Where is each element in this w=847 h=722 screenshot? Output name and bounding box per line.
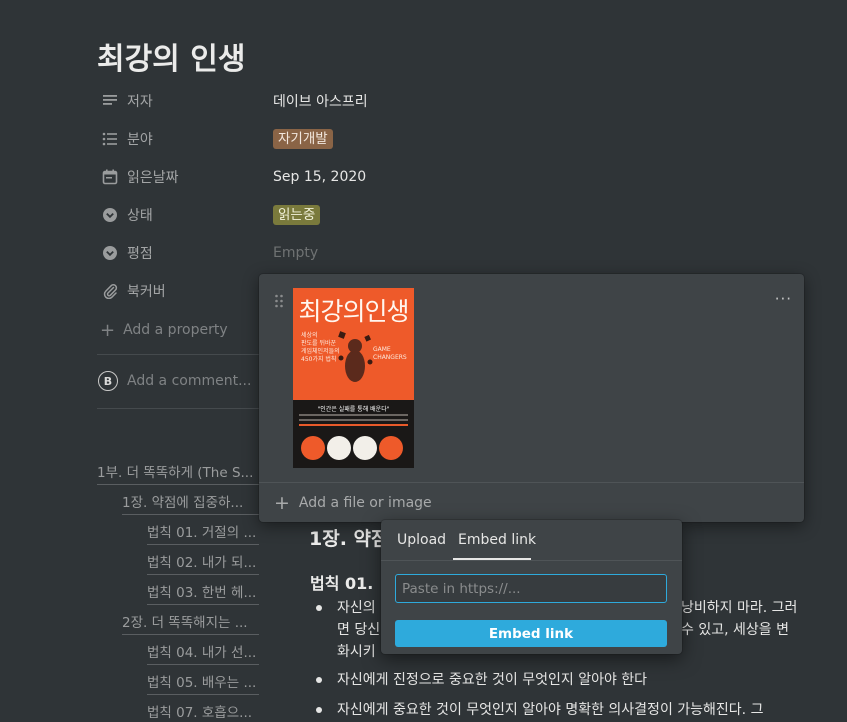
- avatar: B: [98, 371, 118, 391]
- book-english-line: GAME: [373, 346, 391, 353]
- comment-row[interactable]: B Add a comment...: [98, 371, 251, 391]
- property-label: 북커버: [127, 284, 166, 300]
- book-illustration: [338, 331, 373, 382]
- embed-link-button[interactable]: Embed link: [395, 620, 667, 647]
- bullet-text[interactable]: 화시키: [337, 641, 376, 663]
- property-category[interactable]: 분야 자기개발: [97, 124, 797, 154]
- toc-item[interactable]: 1부. 더 똑똑하게 (The S...: [97, 461, 259, 485]
- book-subtitle-line: 판도를 뒤바꾼: [301, 340, 337, 347]
- bullet-dot: [316, 677, 322, 683]
- page-title[interactable]: 최강의 인생: [97, 34, 245, 78]
- bullet-text[interactable]: 수 있고, 세상을 변: [681, 619, 789, 641]
- property-label: 상태: [127, 208, 153, 224]
- book-fine-print: [299, 424, 408, 426]
- divider: [97, 408, 259, 409]
- book-band: "인간은 실패를 통해 배운다": [293, 400, 414, 468]
- bullet-text[interactable]: 자신의: [337, 597, 376, 619]
- toc-item[interactable]: 법칙 07. 호흡으...: [147, 701, 259, 722]
- tab-upload[interactable]: Upload: [397, 532, 446, 548]
- add-property-label: Add a property: [123, 322, 228, 338]
- content-heading-3[interactable]: 법칙 01.: [310, 570, 373, 594]
- status-tag[interactable]: 읽는중: [273, 205, 321, 225]
- text-lines-icon: [101, 92, 119, 110]
- add-file-label: Add a file or image: [298, 495, 432, 511]
- divider: [259, 482, 804, 483]
- book-badge: [327, 436, 351, 460]
- property-status[interactable]: 상태 읽는중: [97, 200, 797, 230]
- book-badge: [301, 436, 325, 460]
- book-cover-image[interactable]: 최강의인생 세상의 판도를 뒤바꾼 게임체인저들의 450가지 법칙 GAME …: [293, 288, 414, 468]
- category-tag[interactable]: 자기개발: [273, 129, 333, 149]
- property-author[interactable]: 저자 데이브 아스프리: [97, 86, 797, 116]
- files-popup: ··· 최강의인생 세상의 판도를 뒤바꾼 게임체인저들의 450가지 법칙 G…: [259, 274, 804, 522]
- select-chevron-icon: [101, 244, 119, 262]
- plus-icon: +: [100, 319, 116, 341]
- book-badge: [379, 436, 403, 460]
- divider: [97, 354, 259, 355]
- property-value[interactable]: Sep 15, 2020: [273, 169, 366, 185]
- toc-item[interactable]: 1장. 약점에 집중하...: [122, 491, 259, 515]
- embed-tabs: Upload Embed link: [381, 520, 682, 561]
- book-fine-print: [299, 419, 408, 421]
- embed-url-input[interactable]: [395, 574, 667, 603]
- property-read-date[interactable]: 읽은날짜 Sep 15, 2020: [97, 162, 797, 192]
- property-rating[interactable]: 평점 Empty: [97, 238, 797, 268]
- bullet-text[interactable]: 낭비하지 마라. 그러: [681, 597, 797, 619]
- bullet-dot: [316, 707, 322, 713]
- property-label: 분야: [127, 132, 153, 148]
- property-label: 읽은날짜: [127, 170, 179, 186]
- book-subtitle: 세상의 판도를 뒤바꾼 게임체인저들의 450가지 법칙: [301, 332, 340, 364]
- book-english-line: CHANGERS: [373, 354, 407, 361]
- bullet-text[interactable]: 자신에게 중요한 것이 무엇인지 알아야 명확한 의사결정이 가능해진다. 그: [337, 699, 763, 721]
- book-fine-print: [299, 414, 408, 416]
- select-chevron-icon: [101, 206, 119, 224]
- book-badge: [353, 436, 377, 460]
- add-property-button[interactable]: + Add a property: [100, 318, 228, 342]
- book-subtitle-line: 세상의: [301, 332, 318, 339]
- toc-item[interactable]: 법칙 02. 내가 되...: [147, 551, 259, 575]
- bullet-text[interactable]: 자신에게 진정으로 중요한 것이 무엇인지 알아야 한다: [337, 669, 647, 691]
- list-icon: [101, 130, 119, 148]
- add-file-button[interactable]: + Add a file or image: [274, 492, 432, 514]
- active-tab-indicator: [453, 558, 531, 560]
- toc-item[interactable]: 법칙 05. 배우는 ...: [147, 671, 259, 695]
- book-subtitle-line: 450가지 법칙: [301, 356, 337, 363]
- book-english: GAME CHANGERS: [373, 346, 407, 362]
- calendar-icon: [101, 168, 119, 186]
- plus-icon: +: [274, 492, 290, 514]
- bullet-dot: [316, 605, 322, 611]
- drag-handle-icon[interactable]: [274, 294, 284, 308]
- comment-placeholder[interactable]: Add a comment...: [127, 373, 251, 389]
- bullet-text[interactable]: 면 당신: [337, 619, 380, 641]
- book-title: 최강의인생: [298, 297, 409, 326]
- toc-item[interactable]: 법칙 01. 거절의 ...: [147, 521, 259, 545]
- tab-embed-link[interactable]: Embed link: [458, 532, 536, 548]
- property-label: 평점: [127, 246, 153, 262]
- book-subtitle-line: 게임체인저들의: [301, 348, 340, 355]
- property-value[interactable]: 데이브 아스프리: [273, 91, 368, 111]
- paperclip-icon: [101, 282, 119, 300]
- property-label: 저자: [127, 94, 153, 110]
- toc-item[interactable]: 법칙 04. 내가 선...: [147, 641, 259, 665]
- more-options-button[interactable]: ···: [775, 290, 792, 308]
- book-quote: "인간은 실패를 통해 배운다": [317, 406, 390, 413]
- toc-item[interactable]: 법칙 03. 한번 헤...: [147, 581, 259, 605]
- toc-item[interactable]: 2장. 더 똑똑해지는 ...: [122, 611, 259, 635]
- property-value-empty[interactable]: Empty: [273, 245, 318, 261]
- content-heading-2[interactable]: 1장. 약점: [309, 524, 389, 551]
- embed-popup: Upload Embed link Embed link: [381, 520, 682, 654]
